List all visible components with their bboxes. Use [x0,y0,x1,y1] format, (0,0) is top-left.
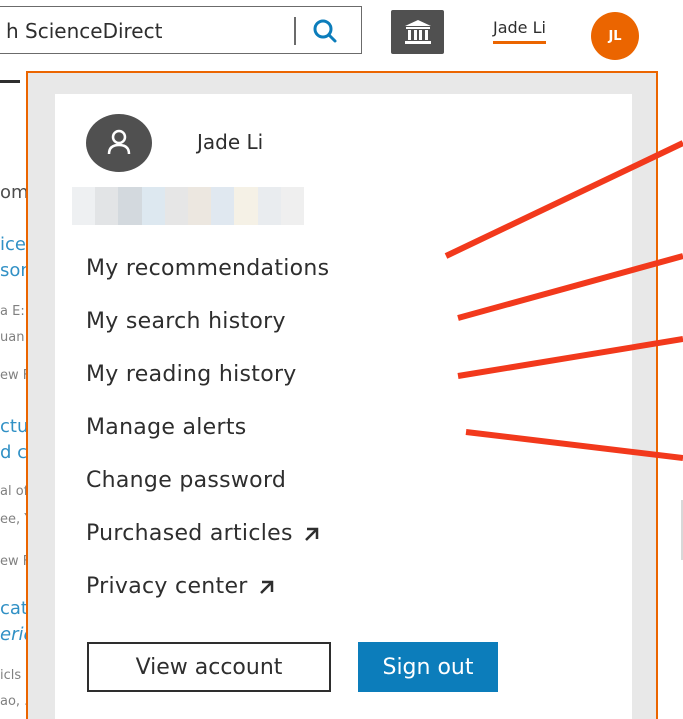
header-divider [0,80,20,83]
bg-text: icls [0,668,22,683]
menu-item-label: Privacy center [86,574,248,599]
external-link-icon [259,580,273,594]
bg-text: om [0,182,29,203]
profile-avatar [86,114,152,172]
bg-text: uan [0,330,25,345]
menu-item-privacy-center[interactable]: Privacy center [86,574,276,599]
view-account-button[interactable]: View account [87,642,331,692]
menu-item-label: Purchased articles [86,521,293,546]
search-button[interactable] [306,15,346,47]
search-icon [313,19,337,43]
sign-out-button[interactable]: Sign out [358,642,498,692]
bg-text: cat [0,598,28,619]
avatar[interactable]: JL [591,12,639,60]
profile-name: Jade Li [197,130,264,154]
menu-item-my-search-history[interactable]: My search history [86,309,286,334]
menu-item-change-password[interactable]: Change password [86,468,286,493]
user-name-link[interactable]: Jade Li [493,18,546,44]
menu-item-my-reading-history[interactable]: My reading history [86,362,297,387]
bg-text: al of [0,484,29,499]
search-divider [294,17,296,45]
menu-item-manage-alerts[interactable]: Manage alerts [86,415,247,440]
menu-item-purchased-articles[interactable]: Purchased articles [86,521,321,546]
search-input-text[interactable]: h ScienceDirect [6,19,162,43]
search-bar[interactable]: h ScienceDirect [0,6,362,54]
institution-icon [405,20,431,44]
bg-text: a E: [0,304,25,319]
external-link-icon [304,527,318,541]
redacted-email [72,187,305,225]
user-icon [107,129,131,155]
institution-button[interactable] [391,10,444,54]
menu-item-my-recommendations[interactable]: My recommendations [86,256,329,281]
